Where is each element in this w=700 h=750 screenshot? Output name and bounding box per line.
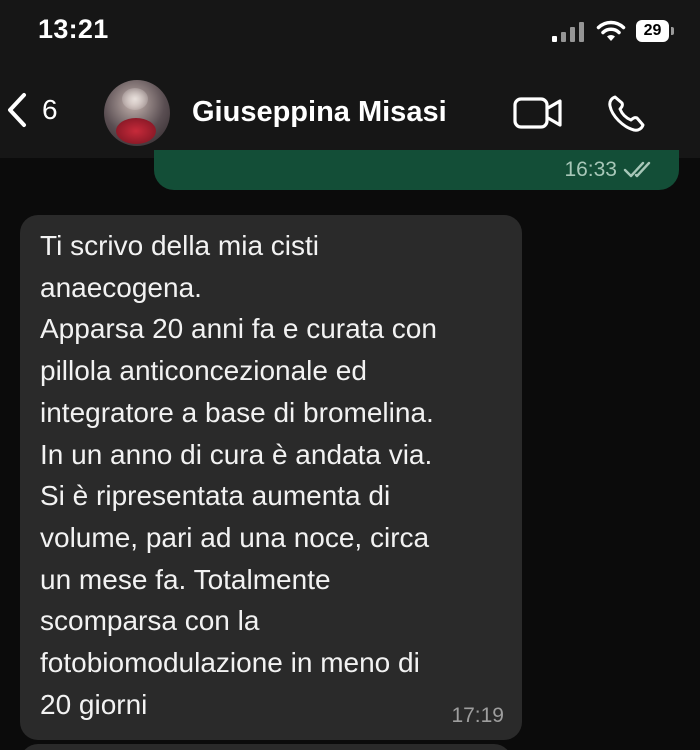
- message-line: In un anno di cura è andata via.: [40, 438, 433, 470]
- message-line: anaecogena.: [40, 271, 202, 303]
- message-line: Ti scrivo della mia cisti: [40, 230, 320, 261]
- message-line: volume, pari ad una noce, circa: [40, 521, 430, 553]
- outgoing-message-bubble[interactable]: 16:33: [154, 150, 679, 190]
- status-time: 13:21: [38, 14, 109, 44]
- battery-level: 29: [636, 20, 669, 42]
- avatar-detail: [116, 118, 156, 144]
- chevron-left-icon: [8, 93, 26, 127]
- back-button[interactable]: 6: [6, 90, 58, 130]
- double-check-icon: [623, 161, 651, 178]
- message-line: 20 giorni: [40, 688, 148, 720]
- battery-indicator: 29: [636, 20, 676, 42]
- message-line: Si è ripresentata aumenta di: [40, 480, 391, 512]
- avatar-highlight: [122, 88, 148, 110]
- contact-name[interactable]: Giuseppina Misasi: [192, 96, 447, 129]
- phone-icon[interactable]: [606, 94, 646, 134]
- message-time: 17:19: [451, 704, 504, 727]
- unread-count: 6: [42, 94, 58, 125]
- message-line: Apparsa 20 anni fa e curata con: [40, 313, 437, 345]
- message-text: Ti scrivo della mia cisti anaecogena. Ap…: [40, 225, 510, 725]
- avatar[interactable]: [104, 80, 170, 146]
- message-meta: 16:33: [564, 158, 653, 182]
- cellular-signal-icon: [552, 22, 584, 42]
- video-camera-icon[interactable]: [512, 96, 564, 130]
- battery-tip: [671, 27, 674, 35]
- wifi-icon: [596, 20, 626, 41]
- chat-screen: 13:21 29 6 Giuseppina Misasi 16:33 Ti sc…: [0, 0, 700, 750]
- message-time: 16:33: [564, 158, 617, 181]
- next-message-bubble[interactable]: [20, 744, 512, 750]
- message-line: scomparsa con la: [40, 605, 260, 637]
- message-line: pillola anticoncezionale ed: [40, 355, 367, 387]
- message-line: fotobiomodulazione in meno di: [40, 647, 420, 679]
- chat-header: 6 Giuseppina Misasi: [0, 62, 700, 158]
- message-line: integratore a base di bromelina.: [40, 396, 434, 428]
- status-bar: 13:21 29: [0, 0, 700, 62]
- message-line: un mese fa. Totalmente: [40, 563, 331, 595]
- incoming-message-bubble[interactable]: Ti scrivo della mia cisti anaecogena. Ap…: [20, 215, 522, 740]
